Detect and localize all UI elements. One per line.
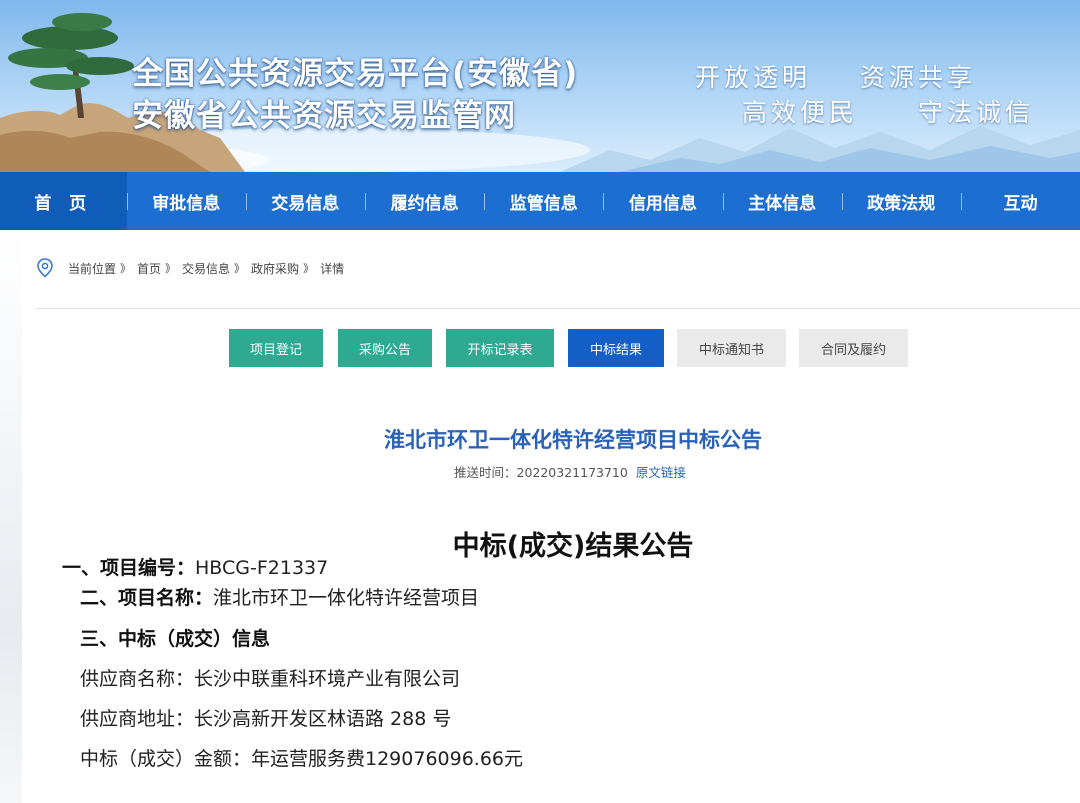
breadcrumb-detail: 详情 [320,261,345,276]
nav-item-interaction[interactable]: 互动 [960,172,1080,230]
breadcrumb-separator: 》 [120,262,132,275]
breadcrumb-gov-procurement[interactable]: 政府采购 [251,260,299,277]
breadcrumb-separator: 》 [303,262,315,275]
main-nav: 首 页 审批信息 交易信息 履约信息 监管信息 信用信息 主体信息 政策法规 互… [0,172,1080,230]
project-number-value: HBCG-F21337 [195,557,329,579]
site-banner: 全国公共资源交易平台(安徽省) 安徽省公共资源交易监管网 开放透明 资源共享 高… [0,0,1080,172]
tab-project-registration[interactable]: 项目登记 [229,329,323,367]
supplier-address-line: 供应商地址：长沙高新开发区林语路 288 号 [80,708,452,730]
nav-item-trade[interactable]: 交易信息 [245,172,365,230]
nav-item-performance[interactable]: 履约信息 [365,172,484,230]
nav-item-approval[interactable]: 审批信息 [126,172,246,230]
slogan-1: 开放透明 [695,63,812,92]
project-name-line: 二、项目名称：淮北市环卫一体化特许经营项目 [80,583,479,610]
project-name-value: 淮北市环卫一体化特许经营项目 [213,587,480,609]
breadcrumb: 当前位置 》 首页 》 交易信息 》 政府采购 》 详情 [36,258,348,278]
award-info-label: 三、中标（成交）信息 [80,628,271,650]
breadcrumb-current-label: 当前位置 [68,261,117,276]
project-name-label: 二、项目名称： [80,587,214,609]
award-info-heading: 三、中标（成交）信息 [80,624,270,651]
nav-item-home[interactable]: 首 页 [0,172,127,230]
nav-item-credit[interactable]: 信用信息 [603,172,722,230]
tab-procurement-notice[interactable]: 采购公告 [338,329,432,367]
push-time: 推送时间：20220321173710 [454,465,628,480]
project-number-label: 一、项目编号： [62,557,196,579]
nav-item-supervision[interactable]: 监管信息 [484,172,603,230]
site-title-line1: 全国公共资源交易平台(安徽省) [132,56,579,92]
slogan-2: 资源共享 [860,63,977,92]
document-title: 淮北市环卫一体化特许经营项目中标公告 [384,428,762,452]
nav-item-entity[interactable]: 主体信息 [722,172,842,230]
tab-award-notification[interactable]: 中标通知书 [677,329,786,367]
tab-contract-performance[interactable]: 合同及履约 [799,329,908,367]
breadcrumb-separator: 》 [234,262,246,275]
breadcrumb-trade-info[interactable]: 交易信息 [182,260,230,277]
nav-item-policy[interactable]: 政策法规 [841,172,961,230]
document-meta: 推送时间：20220321173710 原文链接 [454,462,686,481]
award-amount-line: 中标（成交）金额：年运营服务费129076096.66元 [80,748,524,770]
slogan-3: 高效便民 [742,98,859,127]
source-link[interactable]: 原文链接 [636,465,686,480]
site-title-line2: 安徽省公共资源交易监管网 [132,98,516,134]
breadcrumb-divider [36,308,1080,309]
tab-award-result[interactable]: 中标结果 [568,329,664,367]
location-pin-icon [37,258,53,278]
breadcrumb-home[interactable]: 首页 [137,260,161,277]
side-decoration [0,230,22,803]
slogan-4: 守法诚信 [918,98,1035,127]
supplier-name-line: 供应商名称：长沙中联重科环境产业有限公司 [80,668,461,690]
tab-bid-opening-record[interactable]: 开标记录表 [446,329,554,367]
breadcrumb-separator: 》 [165,262,177,275]
project-number-line: 一、项目编号：HBCG-F21337 [62,553,328,580]
